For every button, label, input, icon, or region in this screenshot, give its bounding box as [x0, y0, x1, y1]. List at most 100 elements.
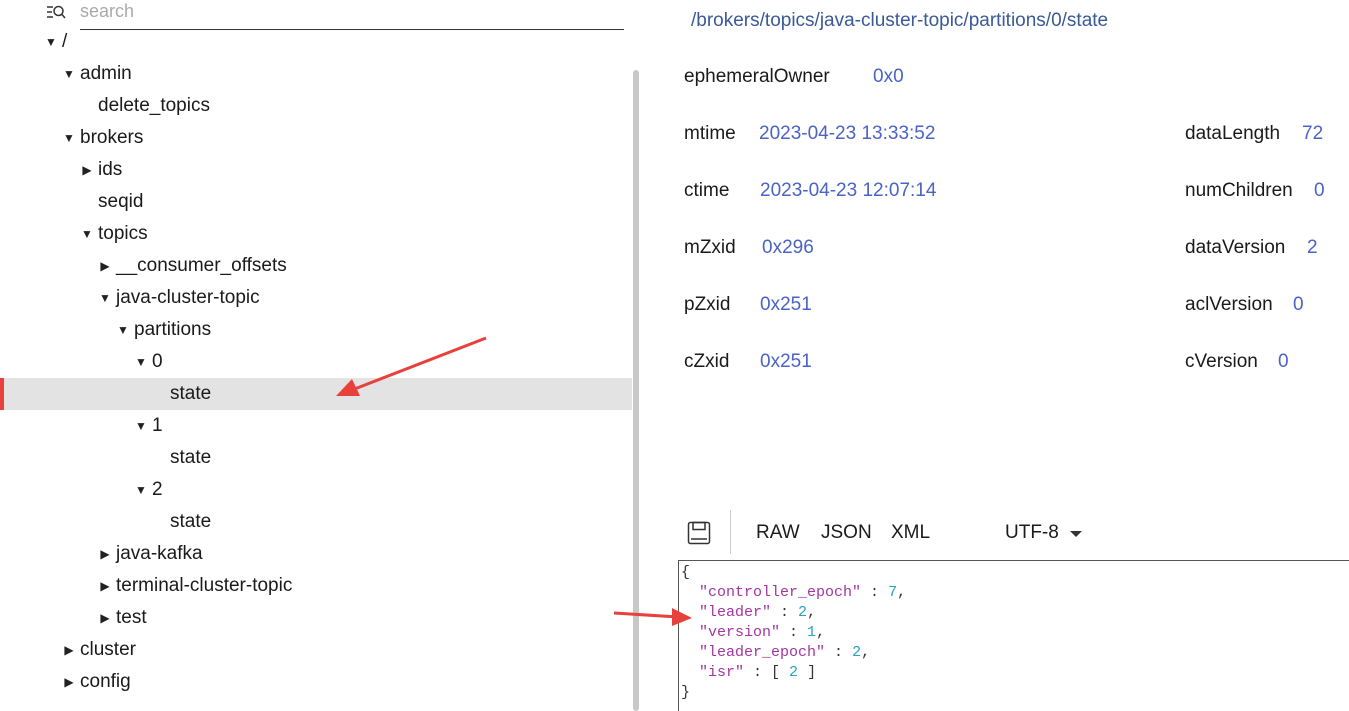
- stat-value-czxid: 0x251: [760, 351, 812, 372]
- tree-node-label: cluster: [80, 639, 136, 660]
- tree-node-label: 0: [152, 351, 163, 372]
- caret-right-icon[interactable]: ▶: [98, 602, 112, 634]
- json-value: 2: [798, 604, 808, 621]
- format-raw-button[interactable]: RAW: [756, 522, 800, 544]
- json-entry: "version" : 1,: [699, 624, 826, 641]
- tree-node-label: delete_topics: [98, 95, 210, 116]
- tree-node-label: config: [80, 671, 131, 692]
- stat-key-mtime: mtime: [684, 123, 736, 144]
- json-value: 7: [888, 584, 898, 601]
- tree-node-root[interactable]: ▼ /: [0, 26, 632, 58]
- tree-node-test[interactable]: ▶ test: [0, 602, 632, 634]
- tree-node-consumer-offsets[interactable]: ▶ __consumer_offsets: [0, 250, 632, 282]
- tree-node-label: admin: [80, 63, 132, 84]
- caret-down-icon[interactable]: ▼: [44, 26, 58, 58]
- tree-node-label: topics: [98, 223, 148, 244]
- tree-node-topics[interactable]: ▼ topics: [0, 218, 632, 250]
- tree-node-admin[interactable]: ▼ admin: [0, 58, 632, 90]
- search-icon[interactable]: [46, 3, 66, 21]
- caret-down-icon[interactable]: ▼: [134, 346, 148, 378]
- tree-node-java-cluster-topic[interactable]: ▼ java-cluster-topic: [0, 282, 632, 314]
- stat-key-c-version: cVersion: [1185, 351, 1258, 372]
- caret-right-icon[interactable]: ▶: [98, 570, 112, 602]
- json-key: "version": [699, 624, 781, 641]
- tree-node-p0-state[interactable]: state: [0, 378, 632, 410]
- save-icon[interactable]: [687, 521, 711, 545]
- tree-node-p1[interactable]: ▼ 1: [0, 410, 632, 442]
- caret-down-icon[interactable]: ▼: [134, 410, 148, 442]
- tree-node-label: brokers: [80, 127, 144, 148]
- stat-value-num-children: 0: [1314, 180, 1325, 201]
- stat-value-data-version: 2: [1307, 237, 1318, 258]
- tree-node-p2-state[interactable]: state: [0, 506, 632, 538]
- caret-down-icon[interactable]: ▼: [62, 122, 76, 154]
- format-xml-button[interactable]: XML: [891, 522, 930, 544]
- stat-key-num-children: numChildren: [1185, 180, 1293, 201]
- caret-right-icon[interactable]: ▶: [98, 538, 112, 570]
- tree-node-label: 1: [152, 415, 163, 436]
- tree-scrollbar[interactable]: [633, 70, 639, 711]
- json-key: "isr": [699, 664, 745, 681]
- caret-down-icon[interactable]: ▼: [62, 58, 76, 90]
- stat-value-data-length: 72: [1302, 123, 1324, 144]
- json-key: "leader": [699, 604, 772, 621]
- json-key: "controller_epoch": [699, 584, 862, 601]
- stat-value-pzxid: 0x251: [760, 294, 812, 315]
- data-toolbar: RAW JSON XML UTF-8: [678, 508, 1349, 558]
- tree-node-java-kafka[interactable]: ▶ java-kafka: [0, 538, 632, 570]
- tree-node-brokers[interactable]: ▼ brokers: [0, 122, 632, 154]
- stat-key-ctime: ctime: [684, 180, 730, 201]
- stat-value-mzxid: 0x296: [762, 237, 814, 258]
- stat-value-ctime: 2023-04-23 12:07:14: [760, 180, 937, 201]
- caret-right-icon[interactable]: ▶: [62, 666, 76, 698]
- stat-value-acl-version: 0: [1293, 294, 1304, 315]
- json-value: 2: [852, 644, 862, 661]
- tree-node-p1-state[interactable]: state: [0, 442, 632, 474]
- stat-key-data-length: dataLength: [1185, 123, 1281, 144]
- tree-node-label: seqid: [98, 191, 144, 212]
- tree-panel: ▼/▼admindelete_topics▼brokers▶idsseqid▼t…: [0, 0, 640, 711]
- stat-key-data-version: dataVersion: [1185, 237, 1286, 258]
- tree-node-label: __consumer_offsets: [116, 255, 287, 276]
- chevron-down-icon[interactable]: [1070, 531, 1082, 537]
- tree-node-partitions[interactable]: ▼ partitions: [0, 314, 632, 346]
- json-open-brace: {: [681, 564, 691, 581]
- json-value: 1: [807, 624, 817, 641]
- tree-node-label: test: [116, 607, 147, 628]
- format-json-button[interactable]: JSON: [821, 522, 872, 544]
- stat-key-czxid: cZxid: [684, 351, 730, 372]
- json-entry: "leader_epoch" : 2,: [699, 644, 871, 661]
- node-data-viewer[interactable]: { "controller_epoch" : 7, "leader" : 2, …: [678, 560, 1349, 711]
- caret-down-icon[interactable]: ▼: [98, 282, 112, 314]
- tree-node-label: state: [170, 511, 212, 532]
- caret-right-icon[interactable]: ▶: [62, 634, 76, 666]
- caret-right-icon[interactable]: ▶: [80, 154, 94, 186]
- node-path: /brokers/topics/java-cluster-topic/parti…: [691, 10, 1109, 31]
- json-value: 2: [789, 664, 799, 681]
- tree-node-p0[interactable]: ▼ 0: [0, 346, 632, 378]
- stat-value-ephemeral-owner: 0x0: [873, 66, 904, 87]
- tree-node-delete-topics[interactable]: delete_topics: [0, 90, 632, 122]
- json-entry: "controller_epoch" : 7,: [699, 584, 907, 601]
- tree-node-label: 2: [152, 479, 163, 500]
- stat-value-c-version: 0: [1278, 351, 1289, 372]
- json-entry: "leader" : 2,: [699, 604, 817, 621]
- tree-node-label: terminal-cluster-topic: [116, 575, 293, 596]
- caret-down-icon[interactable]: ▼: [80, 218, 94, 250]
- tree-node-p2[interactable]: ▼ 2: [0, 474, 632, 506]
- tree-node-terminal-cluster-topic[interactable]: ▶ terminal-cluster-topic: [0, 570, 632, 602]
- tree-node-seqid[interactable]: seqid: [0, 186, 632, 218]
- stat-key-acl-version: aclVersion: [1185, 294, 1273, 315]
- stat-key-mzxid: mZxid: [684, 237, 736, 258]
- encoding-select[interactable]: UTF-8: [1005, 522, 1059, 544]
- tree-node-cluster[interactable]: ▶ cluster: [0, 634, 632, 666]
- tree-node-config[interactable]: ▶ config: [0, 666, 632, 698]
- json-close-brace: }: [681, 684, 691, 701]
- tree-node-label: java-cluster-topic: [116, 287, 260, 308]
- json-key: "leader_epoch": [699, 644, 826, 661]
- tree-node-ids[interactable]: ▶ ids: [0, 154, 632, 186]
- caret-down-icon[interactable]: ▼: [116, 314, 130, 346]
- caret-down-icon[interactable]: ▼: [134, 474, 148, 506]
- tree-node-label: partitions: [134, 319, 212, 340]
- caret-right-icon[interactable]: ▶: [98, 250, 112, 282]
